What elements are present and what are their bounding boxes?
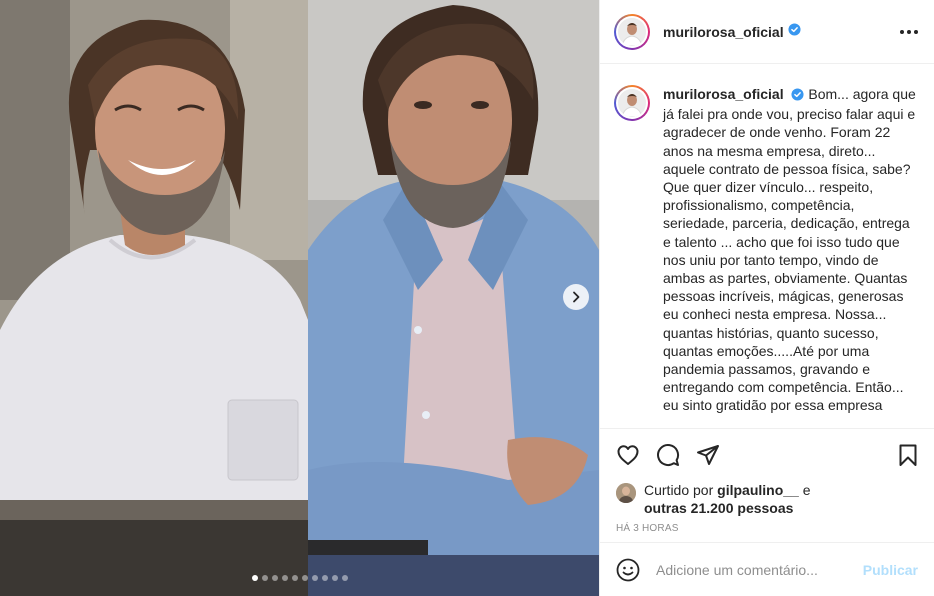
carousel-dot [301,575,308,581]
likes-prefix: Curtido por [644,482,714,498]
liker-avatar[interactable] [616,483,636,503]
carousel-dot [291,575,298,581]
verified-badge-icon [791,87,805,105]
avatar-portrait [618,17,646,46]
bookmark-icon [899,444,917,466]
more-options-icon[interactable] [900,29,918,34]
caption-username[interactable]: murilorosa_oficial [663,86,784,102]
share-button[interactable] [696,443,720,467]
verified-badge-icon [788,22,801,41]
comment-icon [657,444,680,466]
post-timestamp[interactable]: HÁ 3 HORAS [600,523,934,534]
avatar-portrait [616,483,636,503]
emoji-button[interactable] [616,558,640,582]
comments-section[interactable]: murilorosa_oficial Bom... agora que já f… [600,65,934,427]
share-icon [697,445,719,465]
carousel-next-button[interactable] [563,284,589,310]
carousel-dot [271,575,278,581]
heart-icon [617,445,639,465]
photo-right-illustration [308,0,599,596]
caption-body: Bom... agora que já falei pra onde vou, … [663,86,916,414]
carousel-dot [281,575,288,581]
liker-username[interactable]: gilpaulino__ [717,482,799,498]
author-username[interactable]: murilorosa_oficial [663,24,784,40]
like-button[interactable] [616,443,640,467]
smiley-icon [616,558,640,581]
photo-left-illustration [0,0,308,596]
save-button[interactable] [896,443,920,467]
action-bar [600,429,934,481]
carousel-dot [321,575,328,581]
carousel-indicator [0,575,599,581]
carousel-dot [261,575,268,581]
avatar-portrait [618,89,646,117]
post-media-carousel[interactable] [0,0,599,596]
publish-button[interactable]: Publicar [863,562,918,578]
caption-author-avatar[interactable] [614,85,650,121]
carousel-dot [251,575,258,581]
likes-summary: Curtido por gilpaulino__ e outras 21.200… [600,481,934,521]
carousel-dot [311,575,318,581]
likes-others-link[interactable]: outras 21.200 pessoas [644,500,793,516]
author-avatar[interactable] [614,13,650,50]
post-caption: murilorosa_oficial Bom... agora que já f… [663,85,918,415]
photo-right [308,0,599,596]
likes-text: Curtido por gilpaulino__ e outras 21.200… [644,481,811,517]
comment-button[interactable] [656,443,680,467]
post-actions-area: Curtido por gilpaulino__ e outras 21.200… [600,428,934,542]
post-header: murilorosa_oficial [600,0,934,64]
chevron-right-icon [573,291,580,303]
carousel-dot [341,575,348,581]
add-comment-form: Publicar [600,542,934,596]
photo-left [0,0,308,596]
carousel-dot [331,575,338,581]
comment-input[interactable] [656,561,846,578]
post-side-panel: murilorosa_oficial murilorosa_oficial Bo… [599,0,934,596]
likes-joiner: e [802,482,811,498]
caption-row: murilorosa_oficial Bom... agora que já f… [614,85,918,415]
